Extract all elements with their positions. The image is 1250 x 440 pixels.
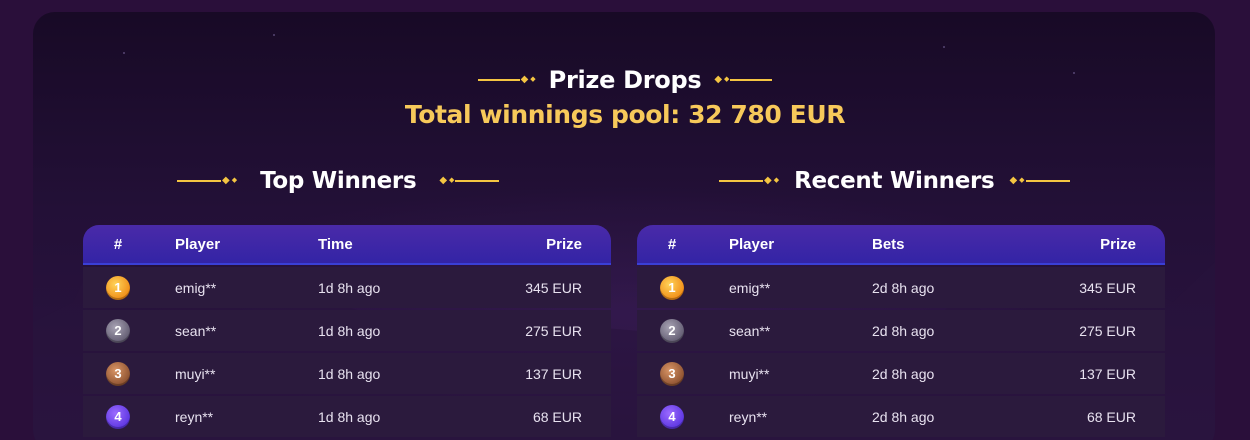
top-winners-table: # Player Time Prize 1 emig** 1d 8h ago 3… xyxy=(83,225,611,440)
table-header: # Player Time Prize xyxy=(83,225,611,265)
table-row: 1 emig** 1d 8h ago 345 EUR xyxy=(83,267,611,308)
prize-amount: 275 EUR xyxy=(525,322,582,339)
player-name: sean** xyxy=(175,322,217,339)
player-name: muyi** xyxy=(175,365,216,382)
table-row: 2 sean** 2d 8h ago 275 EUR xyxy=(637,310,1165,351)
heading-ornament-left: ◆ ◆ xyxy=(719,176,780,186)
recent-winners-title: Recent Winners xyxy=(794,168,995,194)
table-row: 3 muyi** 1d 8h ago 137 EUR xyxy=(83,353,611,394)
prize-drops-title-row: ◆ ◆ Prize Drops ◆ ◆ xyxy=(0,66,1250,94)
win-time: 1d 8h ago xyxy=(318,408,381,425)
table-header: # Player Bets Prize xyxy=(637,225,1165,265)
column-header-player: Player xyxy=(175,235,221,253)
player-name: muyi** xyxy=(729,365,770,382)
top-winners-heading: ◆ ◆ Top Winners ◆ ◆ xyxy=(177,168,500,194)
rank-badge-bronze: 3 xyxy=(106,361,130,386)
player-name: reyn** xyxy=(729,408,768,425)
rank-badge-bronze: 3 xyxy=(660,361,684,386)
prize-amount: 68 EUR xyxy=(532,408,582,425)
prize-amount: 137 EUR xyxy=(525,365,582,382)
heading-ornament-right: ◆ ◆ xyxy=(1008,176,1070,186)
column-header-rank: # xyxy=(113,235,123,253)
win-time: 2d 8h ago xyxy=(872,279,935,296)
title-ornament-left: ◆ ◆ xyxy=(477,75,537,85)
table-row: 4 reyn** 2d 8h ago 68 EUR xyxy=(637,396,1165,437)
column-header-prize: Prize xyxy=(546,235,582,253)
heading-ornament-right: ◆ ◆ xyxy=(438,176,500,186)
column-header-bets: Bets xyxy=(872,235,905,253)
player-name: emig** xyxy=(729,279,771,296)
player-name: reyn** xyxy=(175,408,214,425)
table-row: 3 muyi** 2d 8h ago 137 EUR xyxy=(637,353,1165,394)
player-name: sean** xyxy=(729,322,771,339)
recent-winners-heading: ◆ ◆ Recent Winners ◆ ◆ xyxy=(719,168,1070,194)
title-ornament-right: ◆ ◆ xyxy=(713,75,773,85)
rank-badge-purple: 4 xyxy=(660,404,684,429)
table-row: 4 reyn** 1d 8h ago 68 EUR xyxy=(83,396,611,437)
top-winners-title: Top Winners xyxy=(260,168,417,194)
win-time: 2d 8h ago xyxy=(872,322,935,339)
column-header-rank: # xyxy=(667,235,677,253)
prize-amount: 68 EUR xyxy=(1086,408,1136,425)
prize-amount: 345 EUR xyxy=(525,279,582,296)
rank-badge-gold: 1 xyxy=(660,275,684,300)
prize-amount: 137 EUR xyxy=(1079,365,1136,382)
table-row: 2 sean** 1d 8h ago 275 EUR xyxy=(83,310,611,351)
recent-winners-table: # Player Bets Prize 1 emig** 2d 8h ago 3… xyxy=(637,225,1165,440)
heading-ornament-left: ◆ ◆ xyxy=(177,176,238,186)
prize-amount: 275 EUR xyxy=(1079,322,1136,339)
page-title: Prize Drops xyxy=(548,66,702,94)
column-header-time: Time xyxy=(318,235,353,253)
table-row: 1 emig** 2d 8h ago 345 EUR xyxy=(637,267,1165,308)
win-time: 2d 8h ago xyxy=(872,408,935,425)
star-decoration xyxy=(943,46,945,48)
rank-badge-silver: 2 xyxy=(660,318,684,343)
win-time: 1d 8h ago xyxy=(318,322,381,339)
winnings-pool-text: Total winnings pool: 32 780 EUR xyxy=(404,100,846,129)
prize-amount: 345 EUR xyxy=(1079,279,1136,296)
column-header-prize: Prize xyxy=(1100,235,1136,253)
star-decoration xyxy=(273,34,275,36)
win-time: 1d 8h ago xyxy=(318,279,381,296)
win-time: 1d 8h ago xyxy=(318,365,381,382)
player-name: emig** xyxy=(175,279,217,296)
rank-badge-purple: 4 xyxy=(106,404,130,429)
rank-badge-gold: 1 xyxy=(106,275,130,300)
column-header-player: Player xyxy=(729,235,775,253)
star-decoration xyxy=(123,52,125,54)
rank-badge-silver: 2 xyxy=(106,318,130,343)
win-time: 2d 8h ago xyxy=(872,365,935,382)
